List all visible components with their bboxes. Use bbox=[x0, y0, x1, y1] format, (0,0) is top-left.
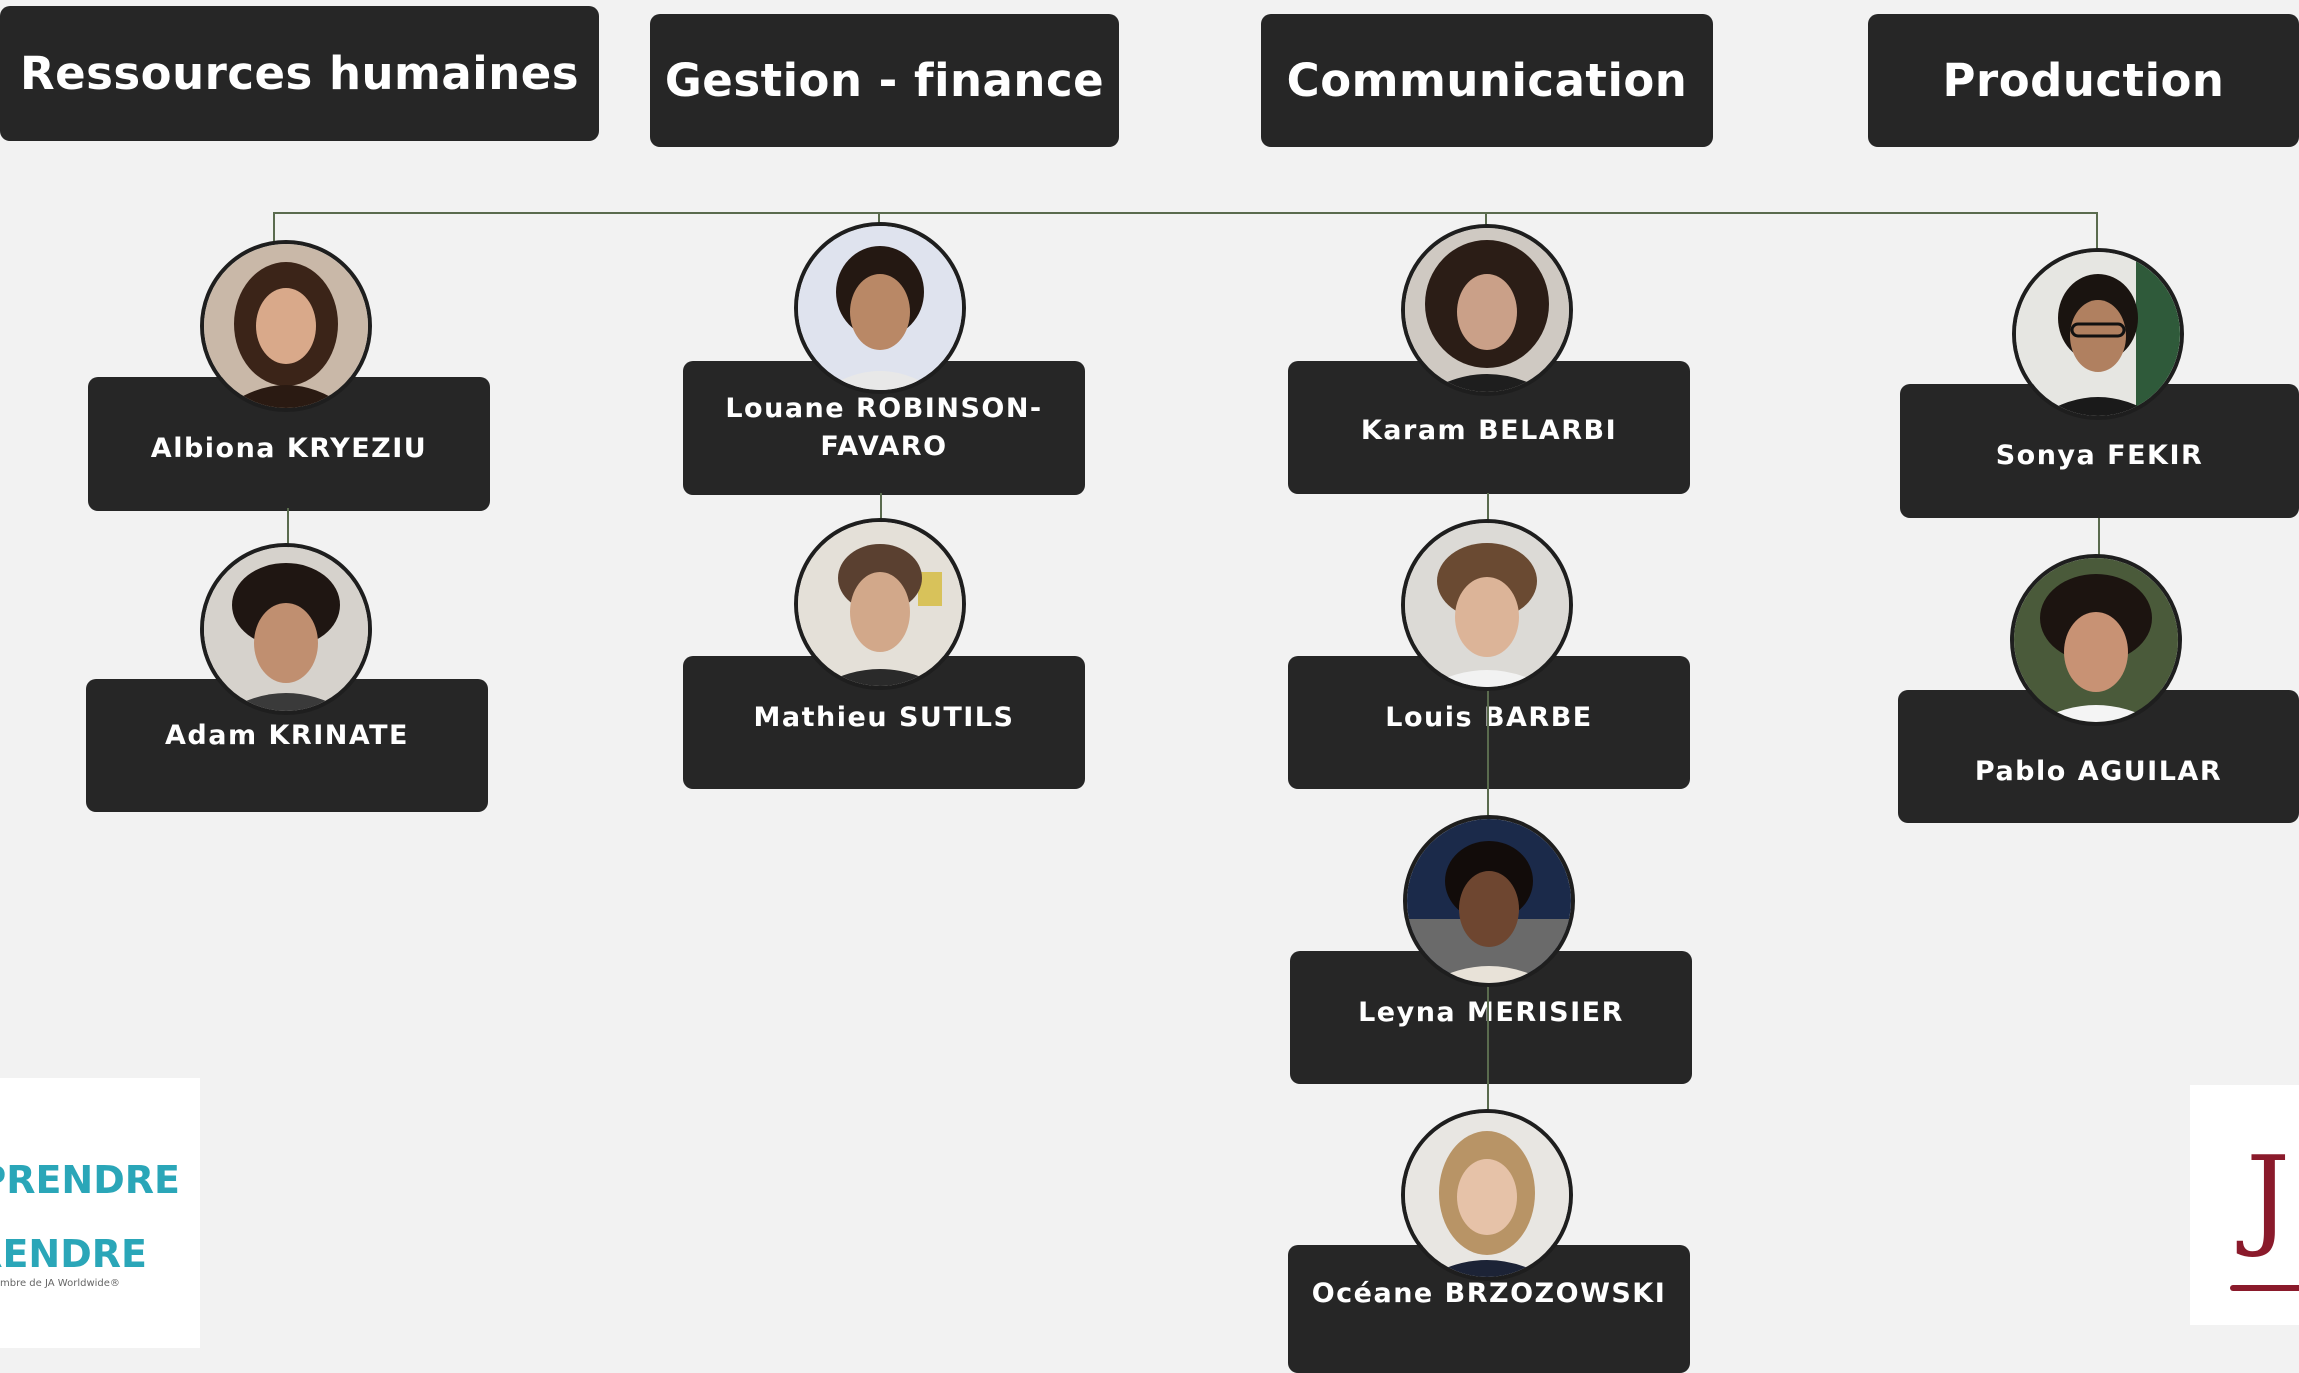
logo-text: J bbox=[2246, 1132, 2291, 1260]
member-avatar bbox=[794, 222, 966, 394]
person-photo-icon bbox=[798, 522, 962, 686]
department-header-ressources-humaines: Ressources humaines bbox=[0, 6, 599, 141]
member-avatar bbox=[1403, 815, 1575, 987]
member-avatar bbox=[794, 518, 966, 690]
connector-horizontal bbox=[273, 212, 2098, 214]
ja-logo: J bbox=[2190, 1085, 2299, 1325]
partner-logo: PRENDRE RENDRE mbre de JA Worldwide® bbox=[0, 1078, 200, 1348]
logo-text: PRENDRE bbox=[0, 1158, 180, 1202]
connector-rh-vertical bbox=[287, 508, 289, 548]
person-photo-icon bbox=[798, 226, 962, 390]
member-avatar bbox=[2010, 554, 2182, 726]
member-avatar bbox=[200, 240, 372, 412]
department-header-production: Production bbox=[1868, 14, 2299, 147]
logo-swoosh bbox=[2230, 1285, 2299, 1291]
member-avatar bbox=[1401, 519, 1573, 691]
person-photo-icon bbox=[1407, 819, 1571, 983]
connector-rh-drop bbox=[273, 212, 275, 242]
person-photo-icon bbox=[1405, 523, 1569, 687]
person-photo-icon bbox=[2016, 252, 2180, 416]
person-photo-icon bbox=[204, 547, 368, 711]
person-photo-icon bbox=[1405, 228, 1569, 392]
person-photo-icon bbox=[1405, 1113, 1569, 1277]
member-avatar bbox=[1401, 1109, 1573, 1281]
member-avatar bbox=[1401, 224, 1573, 396]
department-header-gestion-finance: Gestion - finance bbox=[650, 14, 1119, 147]
member-avatar bbox=[200, 543, 372, 715]
connector-production-drop bbox=[2096, 212, 2098, 250]
logo-subtitle: mbre de JA Worldwide® bbox=[0, 1278, 120, 1289]
member-avatar bbox=[2012, 248, 2184, 420]
department-header-communication: Communication bbox=[1261, 14, 1713, 147]
person-photo-icon bbox=[204, 244, 368, 408]
connector-production-vertical bbox=[2098, 518, 2100, 556]
logo-text: RENDRE bbox=[0, 1232, 147, 1276]
person-photo-icon bbox=[2014, 558, 2178, 722]
